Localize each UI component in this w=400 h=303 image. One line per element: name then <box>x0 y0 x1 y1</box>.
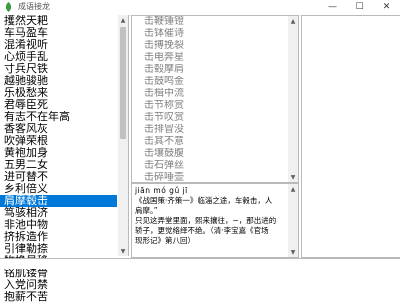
idiom-list-item[interactable]: 香客风灰 <box>0 123 117 135</box>
idiom-list[interactable]: 擭然天耙 车马盈车 混淆视听 心烦手乱 寸兵尺铁 越驰骏驰 乐极愁来 君辱臣死 有志不在年高 香客… <box>0 15 129 303</box>
next-idiom-item[interactable]: 击石弹丝 <box>132 160 288 172</box>
scroll-down-arrow-icon[interactable]: ▼ <box>118 246 128 256</box>
idiom-list-item[interactable]: 五男二女 <box>0 159 117 171</box>
idiom-list-item[interactable]: 君辱臣死 <box>0 99 117 111</box>
idiom-list-item[interactable]: 入党问禁 <box>0 279 117 291</box>
idiom-list-item[interactable]: 挤拆造作 <box>0 231 117 243</box>
idiom-list-item[interactable]: 混淆视听 <box>0 39 117 51</box>
next-idiom-list-scrollbar[interactable]: ▲ ▼ <box>288 16 298 182</box>
scroll-down-arrow-icon[interactable]: ▼ <box>288 172 298 182</box>
next-idiom-item[interactable]: 击鼓鸣金 <box>132 76 288 88</box>
idiom-list-item[interactable]: 非池中物 <box>0 219 117 231</box>
idiom-list-item[interactable]: 肩摩毂击 <box>0 195 117 207</box>
next-idiom-item[interactable]: 击搏挽裂 <box>132 40 288 52</box>
leaf-icon <box>3 2 13 12</box>
idiom-list-item[interactable]: 乡利倍义 <box>0 183 117 195</box>
detail-line: 肩摩。” <box>135 206 158 215</box>
idiom-detail-scrollbar[interactable]: ▲ ▼ <box>288 184 298 257</box>
idiom-list-item[interactable]: 笃骇相济 <box>0 207 117 219</box>
idiom-list-item[interactable]: 抱薪不苦 <box>0 291 117 303</box>
minimize-button[interactable]: — <box>319 0 346 15</box>
detail-line: 现形记》第八回） <box>135 236 195 245</box>
window-title: 成语接龙 <box>18 2 50 11</box>
scroll-up-arrow-icon[interactable]: ▲ <box>288 16 298 26</box>
right-panel <box>301 15 400 258</box>
next-idiom-item[interactable]: 击排冒没 <box>132 124 288 136</box>
idiom-list-item[interactable]: 乐极愁来 <box>0 87 117 99</box>
idiom-list-item[interactable]: 吹弹荣根 <box>0 135 117 147</box>
next-idiom-item[interactable]: 击钵催诗 <box>132 28 288 40</box>
next-idiom-item[interactable]: 击节叹赏 <box>132 112 288 124</box>
next-idiom-item[interactable]: 击毂摩肩 <box>132 64 288 76</box>
next-idiom-item[interactable]: 击节称赏 <box>132 100 288 112</box>
input-bar[interactable] <box>0 258 400 269</box>
idiom-list-item[interactable]: 引律勒捺 <box>0 243 117 255</box>
scroll-thumb[interactable] <box>120 27 126 139</box>
idiom-detail-text: jiān mó gǔ jī 《战国策·齐策一》临淄之途，车毂击，人 肩摩。” 只… <box>135 186 285 246</box>
idiom-list-item[interactable]: 进可替不 <box>0 171 117 183</box>
idiom-pinyin: jiān mó gǔ jī <box>135 186 188 195</box>
maximize-button[interactable]: ☐ <box>346 0 373 15</box>
detail-line: 只见这弄堂里面，熙来攘往，~，那出进的 <box>135 216 277 225</box>
idiom-list-item[interactable]: 车马盈车 <box>0 27 117 39</box>
idiom-list-item[interactable]: 心烦手乱 <box>0 51 117 63</box>
next-idiom-item[interactable]: 击楫中流 <box>132 88 288 100</box>
next-idiom-list[interactable]: 击鞭锤镫 击钵催诗 击搏挽裂 击电奔星 击毂摩肩 击鼓鸣金 击楫中流 击节称赏 击节叹赏 击排冒没… <box>131 15 299 207</box>
idiom-list-item[interactable]: 有志不在年高 <box>0 111 117 123</box>
next-idiom-item[interactable]: 击壤鼓腹 <box>132 148 288 160</box>
idiom-detail: jiān mó gǔ jī 《战国策·齐策一》临淄之途，车毂击，人 肩摩。” 只… <box>131 183 299 258</box>
close-button[interactable]: ✕ <box>373 0 400 15</box>
next-idiom-list-items: 击鞭锤镫 击钵催诗 击搏挽裂 击电奔星 击毂摩肩 击鼓鸣金 击楫中流 击节称赏 击节叹赏 击排冒没… <box>132 16 288 208</box>
idiom-list-scrollbar[interactable]: ▲ ▼ <box>118 15 128 256</box>
title-bar: 成语接龙 — ☐ ✕ <box>0 0 400 16</box>
idiom-list-item[interactable]: 寸兵尺铁 <box>0 63 117 75</box>
detail-line: 轿子，更觉络绎不绝。（清·李宝嘉《官场 <box>135 226 269 235</box>
idiom-list-item[interactable]: 黄袍加身 <box>0 147 117 159</box>
detail-line: 《战国策·齐策一》临淄之途，车毂击，人 <box>135 196 273 205</box>
scroll-up-arrow-icon[interactable]: ▲ <box>118 15 128 25</box>
scroll-down-arrow-icon[interactable]: ▼ <box>288 247 298 257</box>
scroll-up-arrow-icon[interactable]: ▲ <box>288 184 298 194</box>
next-idiom-item[interactable]: 击鞭锤镫 <box>132 16 288 28</box>
next-idiom-item[interactable]: 击其不意 <box>132 136 288 148</box>
next-idiom-item[interactable]: 击电奔星 <box>132 52 288 64</box>
idiom-list-item[interactable]: 擭然天耙 <box>0 15 117 27</box>
idiom-list-item[interactable]: 越驰骏驰 <box>0 75 117 87</box>
